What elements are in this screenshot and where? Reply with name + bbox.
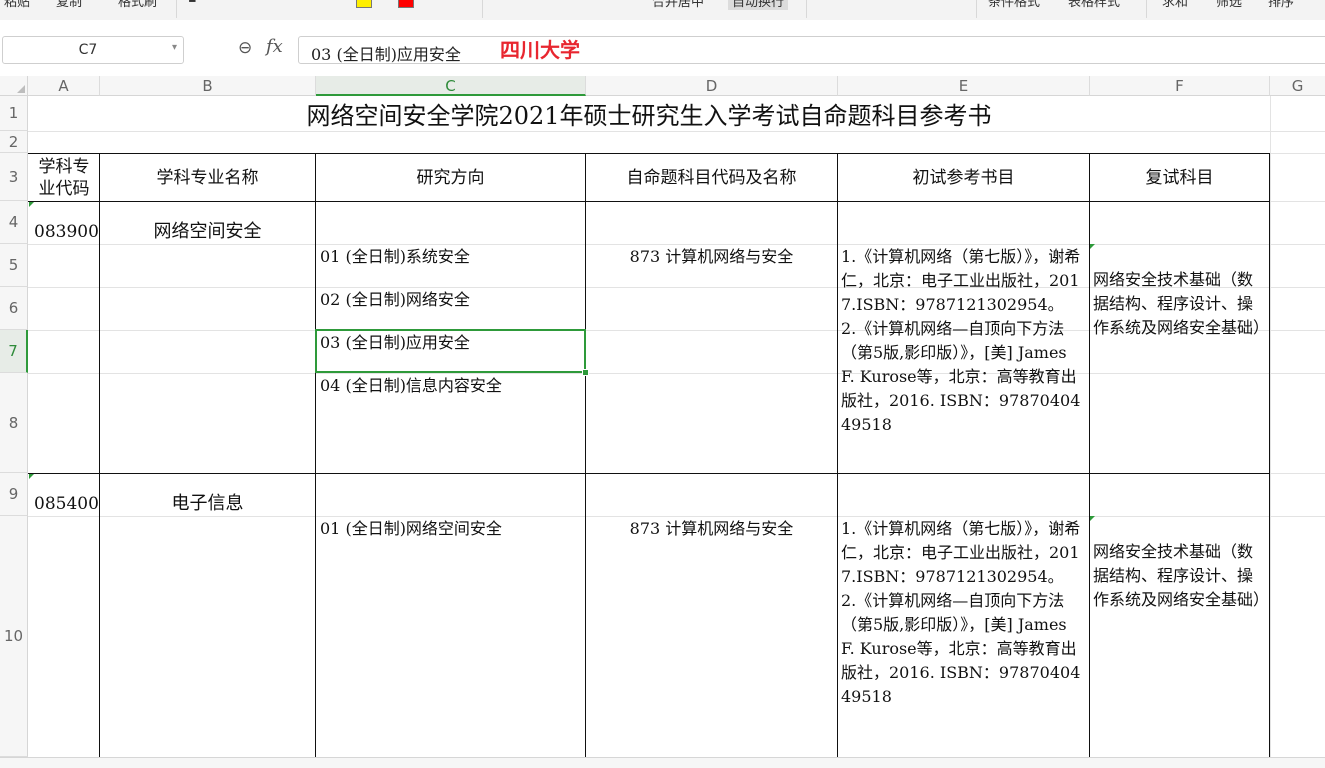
table-border — [1269, 153, 1270, 757]
row-header-1[interactable]: 1 — [0, 96, 28, 131]
column-header-e[interactable]: E — [838, 76, 1090, 96]
gridline — [1270, 201, 1325, 202]
ribbon-divider — [976, 0, 977, 18]
row-header-4[interactable]: 4 — [0, 201, 28, 244]
comment-marker — [1090, 516, 1095, 521]
row-header-7[interactable]: 7 — [0, 330, 28, 373]
copy-button[interactable]: 复制 — [56, 0, 82, 10]
paste-button[interactable]: 粘贴 — [4, 0, 30, 10]
fx-icon[interactable]: fx — [266, 36, 283, 57]
major1-name[interactable]: 网络空间安全 — [100, 220, 315, 244]
gridline — [28, 373, 1325, 374]
header-direction[interactable]: 研究方向 — [316, 154, 585, 201]
sum-button[interactable]: 求和 — [1162, 0, 1188, 10]
table-border — [28, 473, 1270, 474]
name-box[interactable]: C7 ▾ — [2, 36, 184, 64]
row-header-2[interactable]: 2 — [0, 131, 28, 153]
major2-code[interactable]: 085400 — [34, 492, 99, 516]
major2-subject[interactable]: 873 计算机网络与安全 — [586, 517, 837, 541]
header-books[interactable]: 初试参考书目 — [838, 154, 1089, 201]
major2-retest[interactable]: 网络安全技术基础（数据结构、程序设计、操作系统及网络安全基础） — [1093, 540, 1269, 612]
row-header-11-strip — [0, 757, 1325, 768]
ribbon-divider — [482, 0, 483, 18]
major1-direction-2[interactable]: 02 (全日制)网络安全 — [320, 288, 470, 312]
table-style-button[interactable]: 表格样式 — [1068, 0, 1120, 10]
merge-center-button[interactable]: 合并居中 — [652, 0, 704, 10]
conditional-format-button[interactable]: 条件格式 — [988, 0, 1040, 10]
major1-subject[interactable]: 873 计算机网络与安全 — [586, 245, 837, 269]
column-header-g[interactable]: G — [1270, 76, 1325, 96]
zoom-icon[interactable]: ⊖ — [238, 38, 252, 58]
toolbar-ribbon: 粘贴 复制 格式刷 ▪ ― 合并居中 自动换行 条件格式 表格样式 求和 筛选 … — [0, 0, 1325, 21]
column-header-d[interactable]: D — [586, 76, 838, 96]
ribbon-divider — [806, 0, 807, 18]
major1-direction-4[interactable]: 04 (全日制)信息内容安全 — [320, 374, 502, 398]
major2-direction[interactable]: 01 (全日制)网络空间安全 — [320, 517, 502, 541]
row-header-6[interactable]: 6 — [0, 287, 28, 330]
column-header-f[interactable]: F — [1090, 76, 1270, 96]
table-border — [28, 201, 1270, 202]
sort-button[interactable]: 排序 — [1268, 0, 1294, 10]
fill-handle[interactable] — [582, 369, 589, 376]
comment-marker — [29, 474, 34, 479]
fill-color-icon[interactable] — [356, 0, 372, 8]
comment-marker — [29, 202, 34, 207]
bold-icon[interactable]: ▪ — [188, 0, 197, 6]
comment-marker — [1090, 244, 1095, 249]
header-name[interactable]: 学科专业名称 — [100, 154, 315, 201]
row-header-10[interactable]: 10 — [0, 516, 28, 757]
table-border — [585, 153, 586, 757]
active-cell-selection[interactable] — [315, 329, 586, 373]
name-box-value: C7 — [78, 42, 98, 58]
formula-input[interactable]: 03 (全日制)应用安全 — [298, 36, 1325, 64]
major2-books[interactable]: 1.《计算机网络（第七版）》，谢希仁，北京：电子工业出版社，2017.ISBN：… — [841, 517, 1081, 709]
table-border — [837, 153, 838, 757]
watermark-text: 四川大学 — [500, 38, 580, 62]
sheet-title[interactable]: 网络空间安全学院2021年硕士研究生入学考试自命题科目参考书 — [28, 100, 1270, 132]
major1-code[interactable]: 083900 — [34, 220, 99, 244]
ribbon-divider — [176, 0, 177, 18]
major1-direction-1[interactable]: 01 (全日制)系统安全 — [320, 245, 470, 269]
chevron-down-icon[interactable]: ▾ — [172, 42, 177, 53]
filter-button[interactable]: 筛选 — [1216, 0, 1242, 10]
underline-icon[interactable]: ― — [244, 0, 257, 6]
select-all-corner[interactable] — [0, 76, 28, 96]
row-header-3[interactable]: 3 — [0, 153, 28, 201]
gridline — [1270, 96, 1271, 757]
font-color-icon[interactable] — [398, 0, 414, 8]
wrap-text-button[interactable]: 自动换行 — [728, 0, 789, 10]
major2-name[interactable]: 电子信息 — [100, 492, 315, 516]
format-painter-button[interactable]: 格式刷 — [118, 0, 157, 10]
column-header-a[interactable]: A — [28, 76, 100, 96]
formula-value: 03 (全日制)应用安全 — [311, 45, 461, 64]
gridline — [1270, 473, 1325, 474]
ribbon-divider — [1146, 0, 1147, 18]
header-code[interactable]: 学科专业代码 — [29, 154, 99, 201]
column-header-b[interactable]: B — [100, 76, 316, 96]
column-header-c[interactable]: C — [316, 76, 586, 96]
major1-retest[interactable]: 网络安全技术基础（数据结构、程序设计、操作系统及网络安全基础） — [1093, 268, 1269, 340]
row-header-8[interactable]: 8 — [0, 373, 28, 473]
header-retest[interactable]: 复试科目 — [1090, 154, 1269, 201]
table-border — [315, 153, 316, 757]
row-header-5[interactable]: 5 — [0, 244, 28, 287]
formula-bar: C7 ▾ ⊖ fx 03 (全日制)应用安全 四川大学 — [0, 20, 1325, 72]
row-header-9[interactable]: 9 — [0, 473, 28, 516]
header-subject[interactable]: 自命题科目代码及名称 — [586, 154, 837, 201]
major1-books[interactable]: 1.《计算机网络（第七版）》，谢希仁，北京：电子工业出版社，2017.ISBN：… — [841, 245, 1081, 437]
